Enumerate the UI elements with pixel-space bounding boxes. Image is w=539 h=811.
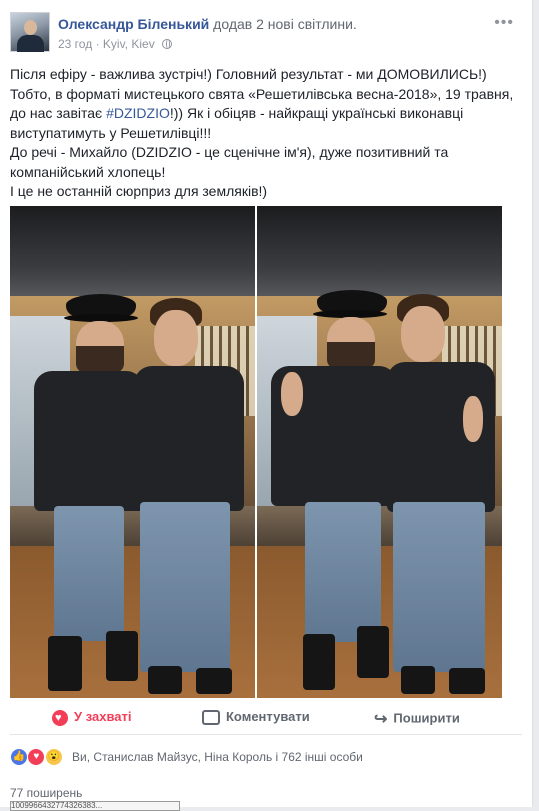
jacket bbox=[34, 371, 144, 511]
comment-button[interactable]: Коментувати bbox=[202, 709, 310, 726]
post-action: додав 2 нові світлини. bbox=[213, 16, 357, 32]
boot bbox=[48, 636, 82, 691]
post-header: Олександр Біленький додав 2 нові світлин… bbox=[10, 12, 520, 56]
love-reaction-label: У захваті bbox=[74, 709, 132, 724]
peace-sign-hand bbox=[463, 396, 483, 442]
comment-label: Коментувати bbox=[226, 709, 310, 724]
url-status-bar: 1009966432774326383... bbox=[10, 801, 180, 811]
shoe bbox=[449, 668, 485, 694]
author-name[interactable]: Олександр Біленький bbox=[58, 16, 209, 32]
jeans bbox=[393, 502, 485, 672]
post-photo-2[interactable] bbox=[257, 206, 502, 698]
heart-icon bbox=[52, 709, 68, 726]
meta-separator: · bbox=[95, 37, 103, 51]
jeans bbox=[54, 506, 124, 641]
jeans bbox=[140, 502, 230, 672]
post-photo-1[interactable] bbox=[10, 206, 255, 698]
post-action-bar: У захваті Коментувати ↪ Поширити bbox=[10, 702, 522, 735]
more-options-icon[interactable]: ••• bbox=[494, 14, 514, 32]
shoe bbox=[196, 668, 232, 694]
hat bbox=[66, 294, 136, 316]
photo-ceiling bbox=[257, 206, 502, 296]
avatar-face bbox=[24, 20, 37, 35]
face bbox=[401, 306, 445, 362]
post-text-line: До речі - Михайло (DZIDZIO - це сценічне… bbox=[10, 144, 449, 180]
love-reaction-button[interactable]: У захваті bbox=[52, 709, 131, 726]
post-location[interactable]: Kyiv, Kiev bbox=[103, 37, 155, 51]
post-text-line: Після ефіру - важлива зустріч!) Головний… bbox=[10, 66, 487, 82]
photo-ceiling bbox=[10, 206, 255, 296]
thumbs-up-hand bbox=[281, 372, 303, 416]
shoe bbox=[148, 666, 182, 694]
post-card: Олександр Біленький додав 2 нові світлин… bbox=[0, 0, 533, 811]
author-avatar[interactable] bbox=[10, 12, 50, 52]
reactions-text: Ви, Станислав Майзус, Ніна Король і 762 … bbox=[72, 750, 363, 764]
globe-icon bbox=[162, 39, 173, 49]
love-icon: ♥ bbox=[27, 748, 46, 766]
share-icon: ↪ bbox=[374, 711, 388, 728]
jacket bbox=[134, 366, 244, 511]
hashtag-link[interactable]: #DZIDZIO bbox=[106, 105, 170, 121]
jeans bbox=[305, 502, 381, 642]
boot bbox=[303, 634, 335, 690]
post-time[interactable]: 23 год bbox=[58, 37, 92, 51]
shoe bbox=[401, 666, 435, 694]
like-icon: 👍 bbox=[10, 748, 28, 766]
post-text-line: І це не останній сюрприз для земляків!) bbox=[10, 183, 268, 199]
share-button[interactable]: ↪ Поширити bbox=[374, 709, 460, 729]
comment-icon bbox=[202, 710, 220, 726]
shares-count[interactable]: 77 поширень bbox=[10, 786, 82, 800]
share-label: Поширити bbox=[393, 710, 460, 726]
author-line: Олександр Біленький додав 2 нові світлин… bbox=[58, 16, 357, 32]
hat bbox=[317, 290, 387, 312]
post-meta: 23 год · Kyiv, Kiev bbox=[58, 37, 173, 51]
post-text: Після ефіру - важлива зустріч!) Головний… bbox=[10, 65, 525, 202]
reactions-summary[interactable]: 👍 ♥ 😮 Ви, Станислав Майзус, Ніна Король … bbox=[10, 748, 363, 766]
avatar-suit bbox=[17, 35, 44, 52]
wow-icon: 😮 bbox=[44, 748, 63, 766]
post-text-line: Тобто, в форматі мистецького свята «Реше… bbox=[10, 85, 525, 144]
boot bbox=[106, 631, 138, 681]
boot bbox=[357, 626, 389, 678]
face bbox=[154, 310, 198, 366]
